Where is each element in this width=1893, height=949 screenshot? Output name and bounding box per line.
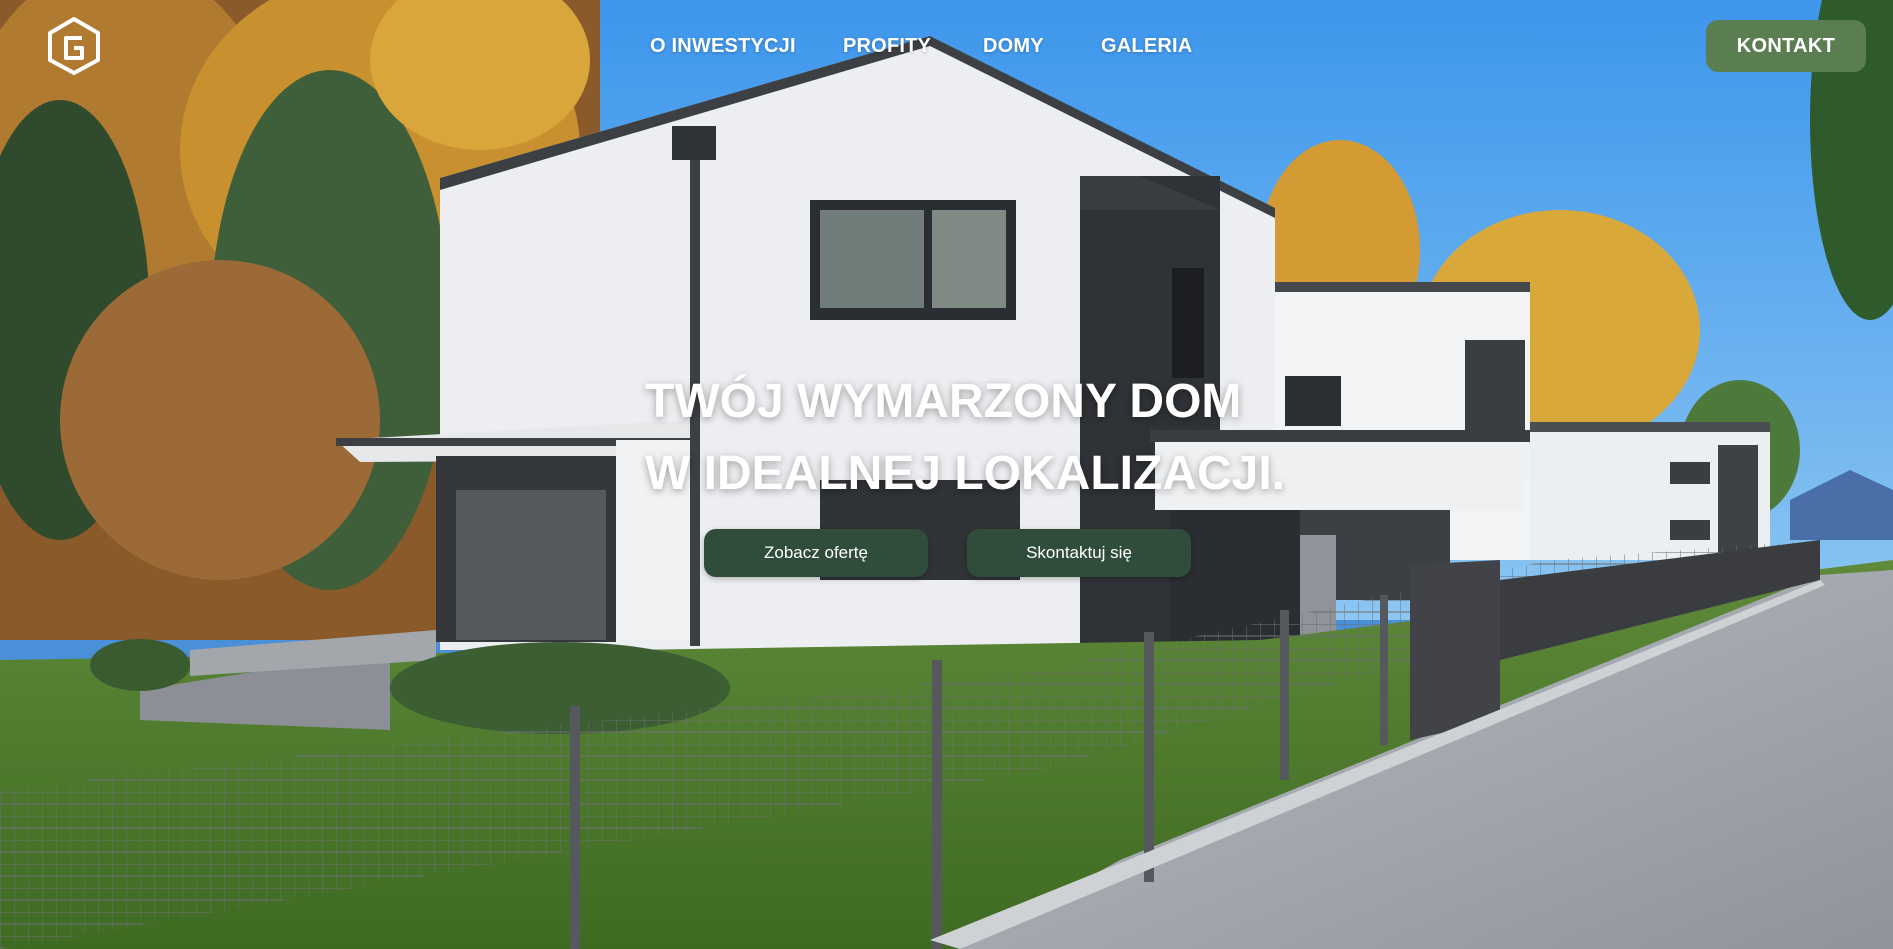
- hero-section: O INWESTYCJI PROFITY DOMY GALERIA KONTAK…: [0, 0, 1893, 949]
- main-navigation: O INWESTYCJI PROFITY DOMY GALERIA: [0, 28, 1893, 64]
- contact-button[interactable]: KONTAKT: [1706, 20, 1866, 72]
- nav-link-profity[interactable]: PROFITY: [843, 28, 931, 64]
- nav-link-galeria[interactable]: GALERIA: [1101, 28, 1192, 64]
- nav-link-o-inwestycji[interactable]: O INWESTYCJI: [650, 28, 796, 64]
- nav-link-domy[interactable]: DOMY: [983, 28, 1044, 64]
- hero-headline-line-1: TWÓJ WYMARZONY DOM: [645, 375, 1242, 428]
- see-offer-button[interactable]: Zobacz ofertę: [704, 529, 928, 577]
- hero-headline-line-2: W IDEALNEJ LOKALIZACJI.: [645, 447, 1286, 500]
- hero-headline: TWÓJ WYMARZONY DOM W IDEALNEJ LOKALIZACJ…: [645, 366, 1365, 510]
- contact-us-button[interactable]: Skontaktuj się: [967, 529, 1191, 577]
